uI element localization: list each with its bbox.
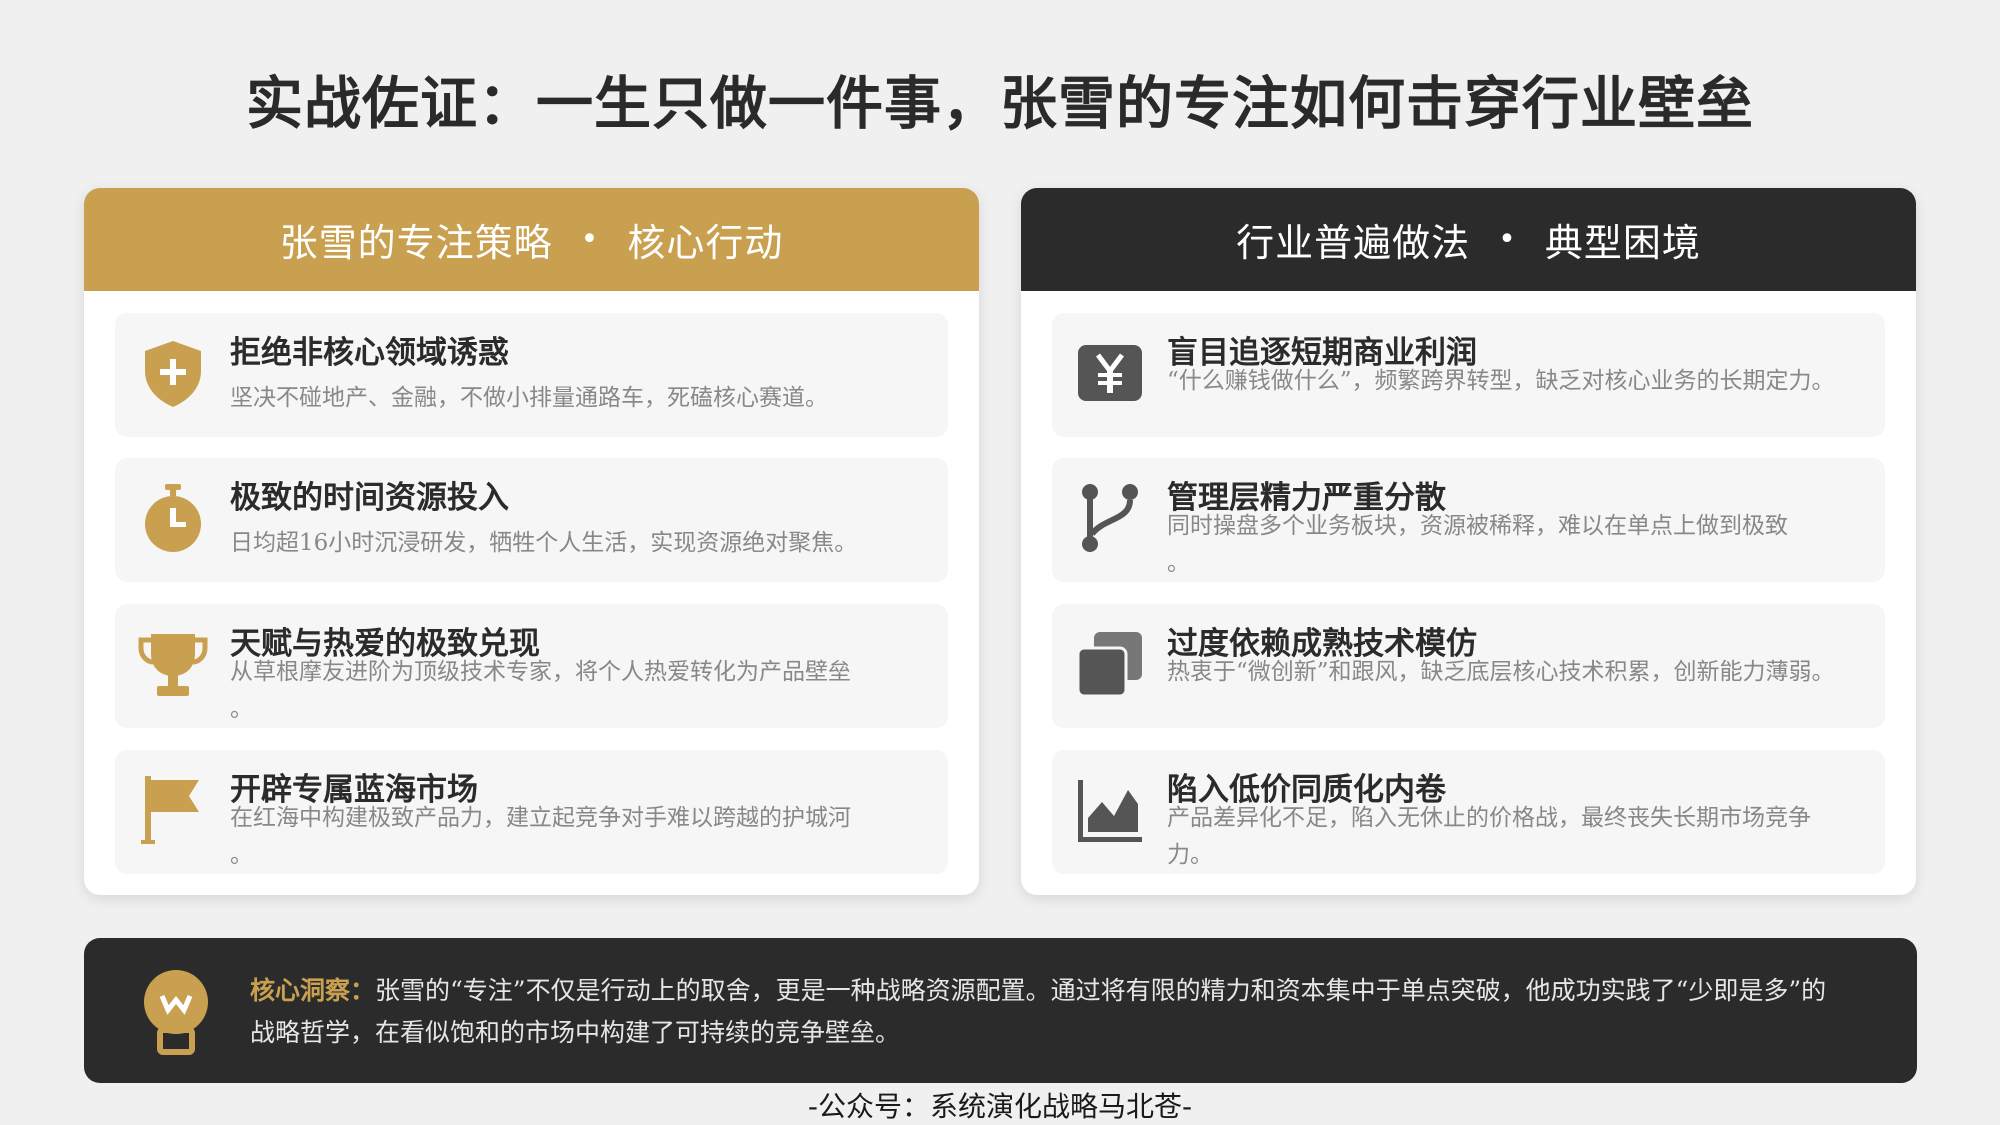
strategy-card: 天赋与热爱的极致兑现 从草根摩友进阶为顶级技术专家，将个人热爱转化为产品壁垒 。 <box>115 604 948 728</box>
core-insight-box: 核心洞察：张雪的“专注”不仅是行动上的取舍，更是一种战略资源配置。通过将有限的精… <box>84 938 1917 1083</box>
dilemma-card: 盲目追逐短期商业利润 “什么赚钱做什么”，频繁跨界转型，缺乏对核心业务的长期定力… <box>1052 313 1885 437</box>
header-left-label: 行业普遍做法 <box>1236 221 1471 265</box>
card-description: 从草根摩友进阶为顶级技术专家，将个人热爱转化为产品壁垒 。 <box>230 659 851 722</box>
industry-practice-panel: 行业普遍做法 • 典型困境 盲目追逐短期商业利润 “什么赚钱做什么”，频繁跨界转… <box>1021 188 1916 895</box>
card-description: 热衷于“微创新”和跟风，缺乏底层核心技术积累，创新能力薄弱。 <box>1167 659 1835 685</box>
insight-label: 核心洞察： <box>250 976 376 1005</box>
yen-sign-icon <box>1074 337 1146 409</box>
card-description: 同时操盘多个业务板块，资源被稀释，难以在单点上做到极致 。 <box>1167 513 1788 576</box>
strategy-card: 极致的时间资源投入 日均超16小时沉浸研发，牺牲个人生活，实现资源绝对聚焦。 <box>115 458 948 582</box>
insight-text: 核心洞察：张雪的“专注”不仅是行动上的取舍，更是一种战略资源配置。通过将有限的精… <box>250 970 1850 1054</box>
card-description: 日均超16小时沉浸研发，牺牲个人生活，实现资源绝对聚焦。 <box>230 530 858 556</box>
card-description: 产品差异化不足，陷入无休止的价格战，最终丧失长期市场竞争力。 <box>1167 805 1811 868</box>
clone-icon <box>1074 628 1146 700</box>
strategy-card: 拒绝非核心领域诱惑 坚决不碰地产、金融，不做小排量通路车，死磕核心赛道。 <box>115 313 948 437</box>
footer-credit: -公众号：系统演化战略马北苍- <box>807 1090 1193 1123</box>
card-description: 坚决不碰地产、金融，不做小排量通路车，死磕核心赛道。 <box>230 385 828 411</box>
focus-strategy-panel: 张雪的专注策略 • 核心行动 拒绝非核心领域诱惑 坚决不碰地产、金融，不做小排量… <box>84 188 979 895</box>
stopwatch-icon <box>137 482 209 554</box>
dilemma-card: 陷入低价同质化内卷 产品差异化不足，陷入无休止的价格战，最终丧失长期市场竞争力。 <box>1052 750 1885 874</box>
flag-icon <box>137 774 209 846</box>
header-separator: • <box>580 222 600 257</box>
dilemma-card: 过度依赖成熟技术模仿 热衷于“微创新”和跟风，缺乏底层核心技术积累，创新能力薄弱… <box>1052 604 1885 728</box>
trophy-icon <box>137 628 209 700</box>
dilemma-card: 管理层精力严重分散 同时操盘多个业务板块，资源被稀释，难以在单点上做到极致 。 <box>1052 458 1885 582</box>
insight-body: 张雪的“专注”不仅是行动上的取舍，更是一种战略资源配置。通过将有限的精力和资本集… <box>250 976 1827 1047</box>
card-title: 极致的时间资源投入 <box>230 480 509 516</box>
lightbulb-icon <box>136 966 216 1058</box>
shield-plus-icon <box>137 337 209 409</box>
card-description: 在红海中构建极致产品力，建立起竞争对手难以跨越的护城河 。 <box>230 805 851 868</box>
industry-practice-header: 行业普遍做法 • 典型困境 <box>1021 188 1916 291</box>
code-branch-icon <box>1074 482 1146 554</box>
header-right-label: 典型困境 <box>1544 221 1701 265</box>
card-title: 拒绝非核心领域诱惑 <box>230 335 509 371</box>
header-right-label: 核心行动 <box>627 221 784 265</box>
page-title: 实战佐证：一生只做一件事，张雪的专注如何击穿行业壁垒 <box>246 70 1754 137</box>
area-chart-icon <box>1074 774 1146 846</box>
strategy-card: 开辟专属蓝海市场 在红海中构建极致产品力，建立起竞争对手难以跨越的护城河 。 <box>115 750 948 874</box>
header-left-label: 张雪的专注策略 <box>279 221 553 265</box>
focus-strategy-header: 张雪的专注策略 • 核心行动 <box>84 188 979 291</box>
card-description: “什么赚钱做什么”，频繁跨界转型，缺乏对核心业务的长期定力。 <box>1167 368 1835 394</box>
header-separator: • <box>1498 222 1517 257</box>
